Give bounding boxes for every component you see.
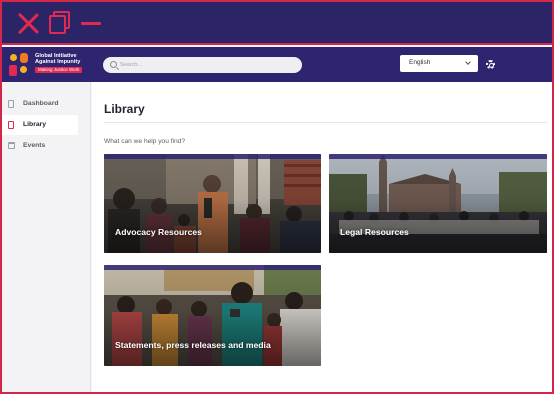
- main-content: Library What can we help you find? Advoc…: [92, 82, 552, 392]
- logo[interactable]: Global Initiative Against Impunity Makin…: [8, 52, 94, 78]
- window-titlebar: [2, 2, 552, 45]
- card-shade: [104, 154, 321, 253]
- card-title: Legal Resources: [340, 227, 409, 237]
- sidebar-item-events[interactable]: Events: [2, 136, 78, 156]
- close-icon[interactable]: [16, 11, 40, 35]
- sidebar: Dashboard Library Events: [2, 82, 91, 392]
- logo-name: Global Initiative Against Impunity: [35, 53, 80, 65]
- logo-mark-icon: [8, 52, 32, 78]
- app-header: Global Initiative Against Impunity Makin…: [2, 47, 552, 82]
- page-title: Library: [104, 102, 145, 116]
- card-title: Statements, press releases and media: [115, 340, 271, 350]
- settings-button[interactable]: [485, 59, 496, 70]
- chevron-down-icon: [465, 59, 471, 65]
- gear-icon: [486, 60, 495, 69]
- card-photo-credit-bar: [104, 154, 321, 159]
- calendar-icon: [8, 142, 15, 149]
- card-legal-resources[interactable]: Legal Resources: [329, 154, 547, 253]
- search-icon: [110, 61, 117, 68]
- sidebar-item-label: Events: [23, 142, 46, 149]
- app-window: Global Initiative Against Impunity Makin…: [0, 0, 554, 394]
- card-shade: [329, 154, 547, 253]
- logo-name-line2: Against Impunity: [35, 59, 81, 65]
- sidebar-item-library[interactable]: Library: [2, 115, 78, 135]
- grid-icon: [8, 100, 14, 108]
- sidebar-item-label: Dashboard: [23, 100, 59, 107]
- page-subtitle: What can we help you find?: [104, 138, 186, 145]
- logo-tagline: Making Justice Work: [35, 67, 83, 73]
- restore-icon[interactable]: [48, 11, 72, 35]
- document-icon: [8, 121, 14, 129]
- card-photo-credit-bar: [104, 265, 321, 270]
- sidebar-item-label: Library: [23, 121, 47, 128]
- search-input[interactable]: [120, 57, 296, 73]
- sidebar-item-dashboard[interactable]: Dashboard: [2, 94, 78, 114]
- card-title: Advocacy Resources: [115, 227, 202, 237]
- card-shade: [104, 265, 321, 366]
- minimize-icon[interactable]: [80, 11, 104, 35]
- divider: [104, 122, 547, 123]
- card-advocacy-resources[interactable]: Advocacy Resources: [104, 154, 321, 253]
- language-select[interactable]: English: [400, 55, 478, 72]
- language-select-value: English: [409, 59, 431, 66]
- card-photo-credit-bar: [329, 154, 547, 159]
- card-statements-press-media[interactable]: Statements, press releases and media: [104, 265, 321, 366]
- search-bar[interactable]: [103, 57, 302, 73]
